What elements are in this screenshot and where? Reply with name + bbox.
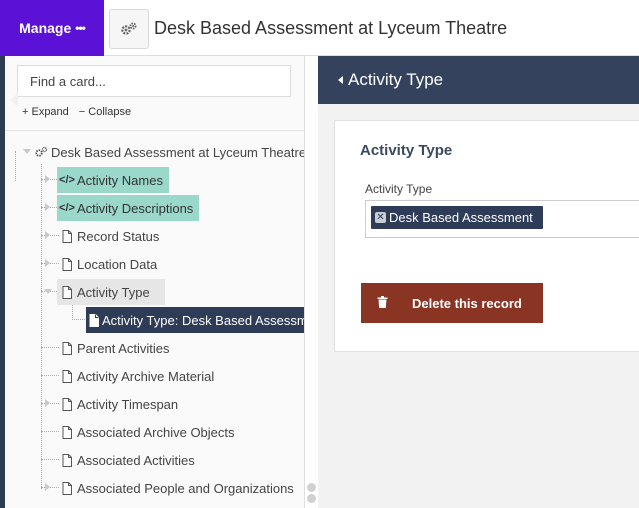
tree-node-associated-people[interactable]: Associated People and Organizations [57, 475, 300, 501]
tree-node-associated-archive-objects[interactable]: Associated Archive Objects [57, 419, 241, 445]
more-dots-icon: ••• [75, 21, 86, 35]
file-icon [60, 481, 74, 495]
tree-connector [41, 164, 42, 489]
tree-node-label: Location Data [77, 256, 158, 272]
selection-pointer-icon [10, 93, 18, 107]
file-icon [60, 369, 74, 383]
tree-node-label: Associated People and Organizations [77, 480, 294, 496]
file-icon [60, 341, 74, 355]
tree-node-label: Activity Descriptions [77, 200, 194, 216]
tree-node-label: Activity Type: Desk Based Assessment [102, 312, 305, 328]
file-icon [60, 285, 74, 299]
expand-collapse-controls: + Expand − Collapse [22, 106, 131, 118]
selected-value-chip[interactable]: ✕ Desk Based Assessment [371, 206, 543, 229]
tree-node-label: Activity Archive Material [77, 368, 215, 384]
tree-node-activity-type-value[interactable]: Activity Type: Desk Based Assessment [86, 307, 305, 333]
delete-record-button[interactable]: Delete this record [361, 283, 543, 323]
tree-toggle-icon[interactable] [45, 175, 50, 183]
tree-node-activity-descriptions[interactable]: </> Activity Descriptions [57, 195, 200, 221]
code-icon: </> [59, 202, 75, 214]
form-header[interactable]: Activity Type [318, 56, 639, 104]
caret-left-icon [338, 76, 343, 84]
tree-toggle-icon[interactable] [23, 149, 31, 154]
gears-icon [34, 145, 48, 159]
form-card: Activity Type Activity Type ✕ Desk Based… [334, 120, 639, 352]
file-icon [60, 453, 74, 467]
tree-node-label: Parent Activities [77, 340, 170, 356]
collapse-button[interactable]: − Collapse [79, 106, 131, 118]
tree-node-activity-type[interactable]: Activity Type [57, 279, 165, 305]
trash-icon [377, 295, 388, 311]
manage-button[interactable]: Manage ••• [0, 0, 104, 56]
file-icon [60, 257, 74, 271]
tree-node-label: Activity Names [77, 172, 163, 188]
file-icon [89, 313, 99, 327]
tree-node-associated-activities[interactable]: Associated Activities [57, 447, 201, 473]
tree-toggle-icon[interactable] [45, 203, 50, 211]
selected-value-label: Desk Based Assessment [389, 210, 533, 225]
card-tree-panel: + Expand − Collapse [5, 56, 305, 508]
page-title: Desk Based Assessment at Lyceum Theatre [154, 18, 508, 38]
top-bar: Manage ••• Desk Based Assessment at Lyce… [0, 0, 639, 56]
tree-node-activity-timespan[interactable]: Activity Timespan [57, 391, 184, 417]
code-icon: </> [59, 174, 75, 186]
tree-connector [72, 304, 73, 318]
tree-node-label: Associated Archive Objects [77, 424, 235, 440]
tree-node-location-data[interactable]: Location Data [57, 251, 163, 277]
delete-label: Delete this record [412, 295, 522, 311]
scrollbar-handle[interactable] [307, 483, 316, 505]
remove-icon[interactable]: ✕ [375, 212, 386, 223]
tree-toggle-icon[interactable] [45, 231, 50, 239]
tree-connector [15, 151, 16, 181]
tree-node-activity-archive-material[interactable]: Activity Archive Material [57, 363, 220, 389]
tree-toggle-icon[interactable] [45, 483, 50, 491]
activity-type-label: Activity Type [365, 182, 433, 196]
file-icon [60, 229, 74, 243]
card-title: Activity Type [360, 142, 453, 159]
form-header-title: Activity Type [348, 70, 444, 89]
tree-node-label: Record Status [77, 228, 160, 244]
tree-root-node[interactable]: Desk Based Assessment at Lyceum Theatre [31, 139, 305, 165]
divider [5, 130, 304, 131]
tree-node-label: Associated Activities [77, 452, 195, 468]
tree-toggle-icon[interactable] [45, 259, 50, 267]
tree-connector [72, 319, 87, 320]
tree-toggle-icon[interactable] [45, 399, 50, 407]
activity-type-select[interactable]: ✕ Desk Based Assessment [365, 200, 639, 238]
tree-node-label: Activity Type [77, 284, 150, 300]
gears-icon [109, 9, 149, 49]
expand-button[interactable]: + Expand [22, 106, 69, 118]
card-form-pane: Activity Type Activity Type Activity Typ… [318, 56, 639, 508]
tree-node-label: Activity Timespan [77, 396, 179, 412]
tree-node-parent-activities[interactable]: Parent Activities [57, 335, 176, 361]
tree-node-label: Desk Based Assessment at Lyceum Theatre [51, 144, 305, 160]
file-icon [60, 397, 74, 411]
manage-label: Manage [19, 20, 72, 36]
tree-node-record-status[interactable]: Record Status [57, 223, 165, 249]
tree-node-activity-names[interactable]: </> Activity Names [57, 167, 169, 193]
tree-toggle-icon[interactable] [44, 289, 52, 294]
find-card-input[interactable] [17, 65, 291, 97]
file-icon [60, 425, 74, 439]
